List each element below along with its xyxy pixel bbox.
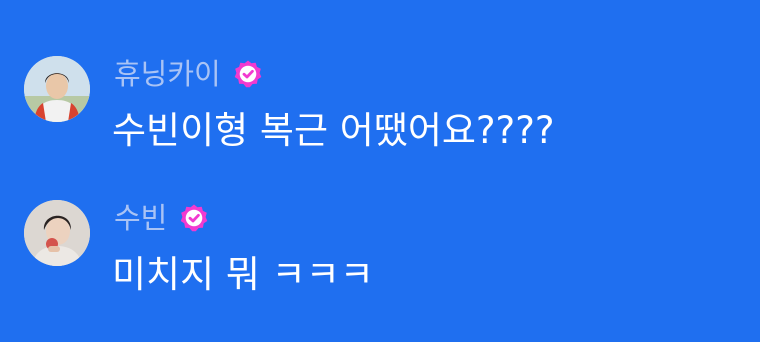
- user-avatar-icon: [24, 200, 90, 266]
- avatar[interactable]: [24, 56, 90, 122]
- username-row: 수빈: [114, 198, 209, 238]
- username[interactable]: 휴닝카이: [114, 54, 221, 94]
- chat-area: 휴닝카이 수빈이형 복근 어땠어요???? 수빈 미치지 뭐 ㅋㅋㅋ: [0, 0, 760, 342]
- message-text: 미치지 뭐 ㅋㅋㅋ: [112, 253, 374, 296]
- username-row: 휴닝카이: [114, 54, 263, 94]
- message-text: 수빈이형 복근 어땠어요????: [112, 109, 555, 152]
- verified-badge-icon: [233, 59, 263, 89]
- username[interactable]: 수빈: [114, 198, 167, 238]
- verified-badge-icon: [179, 203, 209, 233]
- avatar[interactable]: [24, 200, 90, 266]
- user-avatar-icon: [24, 56, 90, 122]
